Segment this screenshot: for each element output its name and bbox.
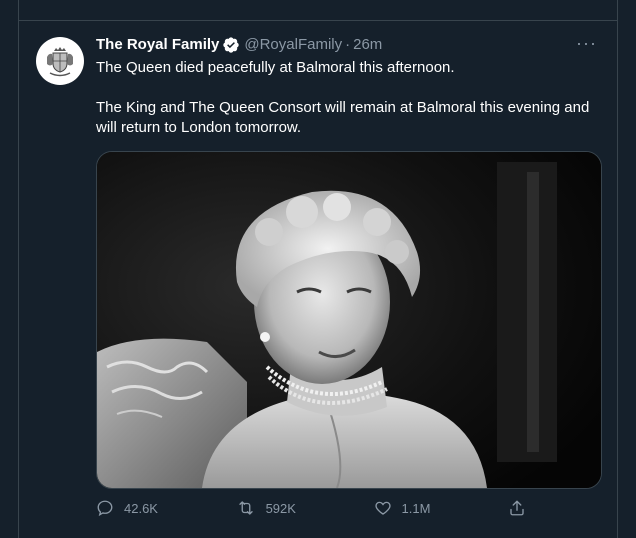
tweet-text-line: The Queen died peacefully at Balmoral th…: [96, 59, 455, 76]
like-button[interactable]: 1.1M: [374, 499, 431, 517]
tweet-text-line: The King and The Queen Consort will rema…: [96, 99, 590, 136]
tweet-content: The Royal Family @RoyalFamily · 26m ··· …: [96, 33, 601, 138]
timeline-column: The Royal Family @RoyalFamily · 26m ··· …: [18, 0, 618, 538]
tweet[interactable]: The Royal Family @RoyalFamily · 26m ··· …: [19, 21, 617, 517]
retweet-button[interactable]: 592K: [236, 499, 296, 517]
reply-button[interactable]: 42.6K: [96, 499, 158, 517]
royal-coat-of-arms-icon: [41, 42, 79, 80]
timestamp[interactable]: 26m: [353, 35, 382, 55]
reply-count: 42.6K: [124, 500, 158, 516]
reply-icon: [97, 500, 113, 517]
tweet-header: The Royal Family @RoyalFamily · 26m: [96, 35, 601, 55]
verified-badge-icon: [222, 36, 240, 54]
more-icon[interactable]: ···: [576, 33, 597, 53]
tweet-text: The Queen died peacefully at Balmoral th…: [96, 58, 601, 138]
tweet-actions: 42.6K 592K 1.1M: [96, 499, 526, 517]
avatar[interactable]: [36, 37, 84, 85]
like-count: 1.1M: [401, 500, 431, 516]
retweet-icon: [238, 501, 253, 515]
tweet-photo[interactable]: [96, 151, 602, 489]
retweet-count: 592K: [265, 500, 296, 516]
display-name[interactable]: The Royal Family: [96, 35, 219, 55]
handle[interactable]: @RoyalFamily: [244, 35, 342, 55]
share-button[interactable]: [508, 499, 526, 517]
portrait-photo: [97, 152, 601, 488]
share-icon: [510, 500, 524, 516]
separator: ·: [345, 36, 351, 53]
heart-icon: [374, 501, 391, 515]
